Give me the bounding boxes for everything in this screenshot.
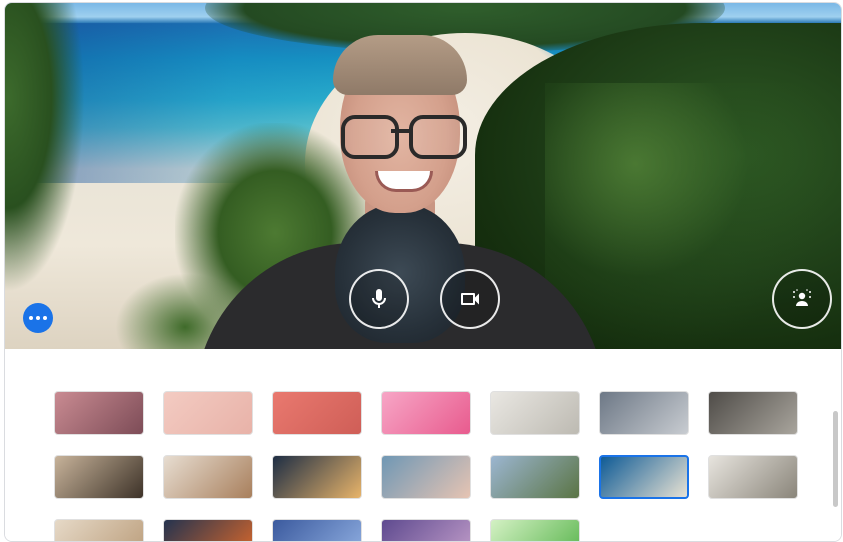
background-tile-grey-room[interactable] bbox=[708, 391, 798, 435]
camera-button[interactable] bbox=[440, 269, 500, 329]
background-tile-glass-atrium[interactable] bbox=[599, 391, 689, 435]
background-tile-pink-dots[interactable] bbox=[163, 391, 253, 435]
background-tile-purple-skyline[interactable] bbox=[381, 519, 471, 541]
more-horizontal-icon bbox=[29, 316, 33, 320]
background-effects-button[interactable] bbox=[772, 269, 832, 329]
video-camera-icon bbox=[461, 293, 479, 305]
background-tile-night-cafe[interactable] bbox=[272, 455, 362, 499]
background-tile-green-bubbles[interactable] bbox=[490, 519, 580, 541]
more-options-button[interactable] bbox=[23, 303, 53, 333]
gallery-scrollbar[interactable] bbox=[833, 411, 838, 507]
microphone-icon bbox=[372, 289, 386, 308]
background-tile-horses[interactable] bbox=[708, 455, 798, 499]
background-tile-floral-pattern[interactable] bbox=[54, 391, 144, 435]
person-blur-icon bbox=[793, 289, 811, 306]
background-tile-sea-balcony[interactable] bbox=[381, 455, 471, 499]
background-tile-autumn-leaves[interactable] bbox=[163, 519, 253, 541]
background-tile-tropical-beach[interactable] bbox=[599, 455, 689, 499]
background-tile-blue-ferns[interactable] bbox=[272, 519, 362, 541]
background-tile-bookshelf[interactable] bbox=[54, 455, 144, 499]
background-tile-mountain-lake[interactable] bbox=[490, 455, 580, 499]
background-tile-pink-petals[interactable] bbox=[381, 391, 471, 435]
background-tile-white-office[interactable] bbox=[490, 391, 580, 435]
background-tile-red-grid[interactable] bbox=[272, 391, 362, 435]
background-tile-living-room[interactable] bbox=[163, 455, 253, 499]
camera-preview bbox=[5, 3, 841, 349]
background-tile-wood-interior[interactable] bbox=[54, 519, 144, 541]
background-picker-card bbox=[4, 2, 842, 542]
background-gallery bbox=[5, 349, 841, 541]
microphone-button[interactable] bbox=[349, 269, 409, 329]
